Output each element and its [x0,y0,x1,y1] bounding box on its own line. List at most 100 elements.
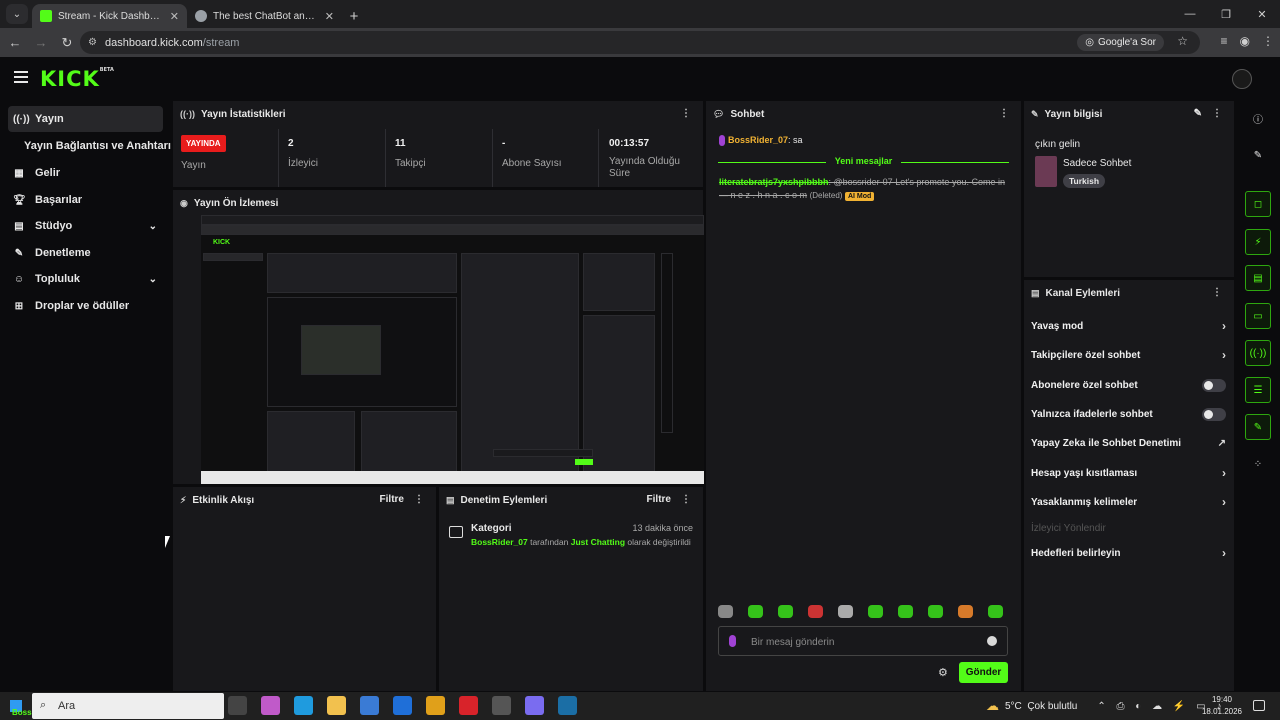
sidebar-item-gelir[interactable]: ▦ Gelir [8,160,163,186]
action-banned-words[interactable]: Yasaklanmış kelimeler › [1031,492,1226,512]
document-icon[interactable]: ▤ [1245,265,1271,291]
action-account-age[interactable]: Hesap yaşı kısıtlaması › [1031,463,1226,483]
address-bar[interactable]: ⚙ dashboard.kick.com/stream ◎ Google'a So… [80,31,1200,54]
emote-icon[interactable] [748,605,763,618]
profile-icon[interactable]: ◉ [1240,34,1250,48]
wrench-icon[interactable]: ✎ [1245,414,1271,440]
hamburger-menu-icon[interactable] [14,71,28,83]
more-options-icon[interactable]: ⋮ [1212,108,1222,119]
more-options-icon[interactable]: ⋮ [1212,287,1222,298]
add-widget-icon[interactable]: ⁘ [1245,451,1271,477]
back-icon[interactable]: ← [2,35,28,50]
emote-icon[interactable] [778,605,793,618]
sidebar-item-denetleme[interactable]: ✎ Denetleme [8,240,163,266]
tab-chatbot[interactable]: The best ChatBot and Widgets ✕ [187,4,342,28]
more-options-icon[interactable]: ⋮ [414,494,424,505]
copilot-icon[interactable] [261,696,280,715]
media-icon[interactable]: ≡ [1221,34,1228,48]
filter-button[interactable]: Filtre [647,494,671,505]
browser-menu-icon[interactable]: ⋮ [1262,34,1274,48]
chat-bubble-icon[interactable]: ▭ [1245,303,1271,329]
emotes-only-toggle[interactable] [1202,407,1226,421]
emote-icon[interactable] [988,605,1003,618]
tab-kick-dashboard[interactable]: Stream - Kick Dashboard ✕ [32,4,187,28]
file-explorer-icon[interactable] [327,696,346,715]
emote-icon[interactable] [718,605,733,618]
close-icon[interactable]: ✕ [170,10,179,23]
action-set-goals[interactable]: Hedefleri belirleyin › [1031,543,1226,563]
emote-icon[interactable] [838,605,853,618]
tab-search-button[interactable]: ⌄ [6,4,28,24]
panel-header: ⚡︎ Etkinlik Akışı Filtre ⋮ [173,487,436,513]
chat-username[interactable]: BossRider_07 [728,135,788,145]
screenshot-icon[interactable]: ◻ [1245,191,1271,217]
sidebar-item-yayin[interactable]: ((·)) Yayın [8,106,163,132]
new-tab-button[interactable]: + [342,4,366,28]
chat-settings-gear-icon[interactable]: ⚙ [938,666,948,679]
stat-label: Abone Sayısı [502,158,562,169]
restore-icon[interactable]: ❐ [1208,0,1244,28]
sidebar-item-droplar[interactable]: ⊞ Droplar ve ödüller [8,293,163,319]
chrome-icon[interactable] [426,696,445,715]
kick-logo[interactable]: KICKBETA [40,67,114,91]
sidebar-item-basarilar[interactable]: 🏆︎ Başarılar [8,187,163,213]
action-label: İzleyici Yönlendir [1031,522,1106,534]
emote-icon[interactable] [898,605,913,618]
lightning-icon[interactable]: ⚡︎ [1245,229,1271,255]
drops-icon: ⊞ [14,300,24,312]
entry-category[interactable]: Just Chatting [571,537,625,547]
edge-icon[interactable] [294,696,313,715]
filter-button[interactable]: Filtre [380,494,404,505]
close-icon[interactable]: ✕ [325,10,334,23]
send-button[interactable]: Gönder [959,662,1008,683]
obs-icon[interactable] [492,696,511,715]
chevron-right-icon: › [1222,319,1226,333]
emoji-picker-icon[interactable] [987,636,997,646]
broadcast-icon[interactable]: ((·)) [1245,340,1271,366]
site-info-icon[interactable]: ⚙ [88,37,97,48]
store-icon[interactable] [360,696,379,715]
emote-icon[interactable] [928,605,943,618]
weather-icon[interactable]: ☁ [986,698,999,714]
sidebar-item-studyo[interactable]: ▤ Stüdyo ⌄ [8,213,163,239]
info-icon[interactable]: ⓘ [1245,105,1271,131]
taskbar-search-box[interactable]: ⌕ Ara [32,693,224,719]
steam-icon[interactable] [558,696,577,715]
close-window-icon[interactable]: ✕ [1244,0,1280,28]
weather-text[interactable]: 5°C Çok bulutlu [1005,701,1077,712]
stream-preview-video[interactable]: KICK [201,215,704,484]
bookmark-star-icon[interactable]: ☆ [1177,34,1188,48]
forward-icon[interactable]: → [28,35,54,50]
emote-icon[interactable] [868,605,883,618]
reload-icon[interactable]: ↻ [54,35,80,51]
chat-message-input[interactable] [751,633,971,651]
action-followers-only[interactable]: Takipçilere özel sohbet › [1031,345,1226,365]
broadcast-icon: ((·)) [180,109,195,119]
chat-username[interactable]: literatebratjs7yxshpibbbh [719,177,829,187]
user-avatar[interactable] [1232,69,1252,89]
mail-icon[interactable] [393,696,412,715]
action-slow-mode[interactable]: Yavaş mod › [1031,316,1226,336]
more-options-icon[interactable]: ⋮ [681,494,691,505]
more-options-icon[interactable]: ⋮ [999,108,1009,119]
layout-icon[interactable]: ☰ [1245,377,1271,403]
discord-icon[interactable] [525,696,544,715]
stat-value: 2 [288,138,294,149]
emote-icon[interactable] [958,605,973,618]
google-lens-button[interactable]: ◎ Google'a Sor [1077,34,1164,51]
task-view-icon[interactable] [228,696,247,715]
taskbar-clock[interactable]: 19:40 18.01.2026 [1200,694,1244,718]
action-ai-moderation[interactable]: Yapay Zeka ile Sohbet Denetimi ↗ [1031,433,1226,453]
entry-user[interactable]: BossRider_07 [471,537,528,547]
edit-pencil-icon[interactable]: ✎ [1194,108,1202,119]
stream-category[interactable]: Sadece Sohbet [1063,158,1131,169]
emote-icon[interactable] [808,605,823,618]
sidebar-item-topluluk[interactable]: ☺ Topluluk ⌄ [8,266,163,292]
sidebar-item-stream-key[interactable]: Yayın Bağlantısı ve Anahtarı [20,133,175,159]
subscribers-only-toggle[interactable] [1202,378,1226,392]
minimize-icon[interactable]: — [1172,0,1208,28]
opera-icon[interactable] [459,696,478,715]
notification-icon[interactable] [1253,700,1265,711]
edit-pencil-icon[interactable]: ✎ [1245,142,1271,168]
more-options-icon[interactable]: ⋮ [681,108,691,119]
